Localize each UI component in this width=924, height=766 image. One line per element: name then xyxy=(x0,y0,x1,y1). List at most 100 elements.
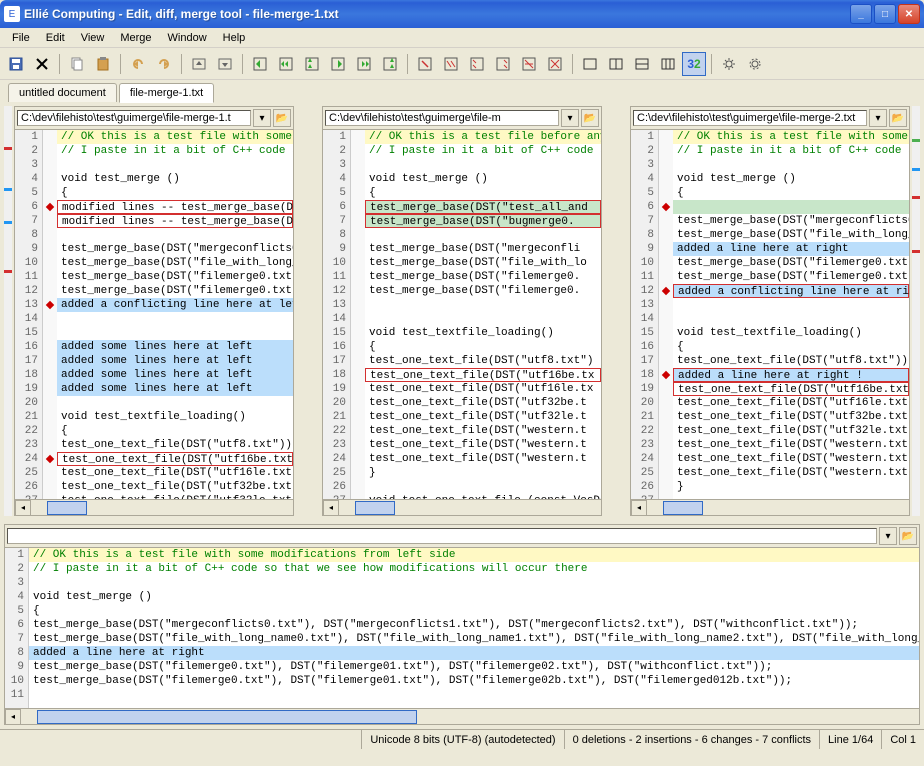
code-line[interactable]: test_one_text_file(DST("utf32be.t xyxy=(365,396,601,410)
code-line[interactable]: void test_textfile_loading() xyxy=(673,326,909,340)
menu-edit[interactable]: Edit xyxy=(38,30,73,46)
code-line[interactable]: modified lines -- test_merge_base(DST("t xyxy=(57,200,293,214)
code-line[interactable]: { xyxy=(29,604,919,618)
code-line[interactable]: test_one_text_file(DST("utf16le.txt")); xyxy=(673,396,909,410)
code-line[interactable] xyxy=(57,228,293,242)
layout-1-button[interactable] xyxy=(578,52,602,76)
left-open-icon[interactable]: 📂 xyxy=(273,109,291,127)
code-line[interactable]: test_merge_base(DST("filemerge0.txt"), D… xyxy=(29,660,919,674)
result-h-scrollbar[interactable]: ◂ xyxy=(5,708,919,724)
code-line[interactable]: // OK this is a test file before any mod… xyxy=(365,130,601,144)
code-line[interactable]: test_merge_base(DST("filemerge0.txt"), D… xyxy=(29,674,919,688)
reject-all-button[interactable] xyxy=(543,52,567,76)
code-line[interactable]: // I paste in it a bit of C++ code so th… xyxy=(673,144,909,158)
merge-all-left-button[interactable] xyxy=(274,52,298,76)
code-line[interactable] xyxy=(365,228,601,242)
code-line[interactable]: added a line here at right xyxy=(29,646,919,660)
left-path-input[interactable]: C:\dev\filehisto\test\guimerge\file-merg… xyxy=(17,110,251,126)
layout-2v-button[interactable] xyxy=(630,52,654,76)
code-line[interactable]: test_one_text_file(DST("utf16be.txt")); xyxy=(673,382,909,396)
code-line[interactable]: void test_textfile_loading() xyxy=(57,410,293,424)
undo-button[interactable] xyxy=(126,52,150,76)
code-line[interactable] xyxy=(57,396,293,410)
code-line[interactable]: test_merge_base(DST("mergeconflicts0.txt… xyxy=(673,214,909,228)
redo-button[interactable] xyxy=(152,52,176,76)
reject-b-button[interactable] xyxy=(465,52,489,76)
code-line[interactable]: test_merge_base(DST("filemerge0.txt"), D… xyxy=(673,270,909,284)
code-line[interactable]: test_merge_base(DST("mergeconfli xyxy=(365,242,601,256)
code-line[interactable]: added some lines here at left xyxy=(57,340,293,354)
code-line[interactable]: // OK this is a test file with some modi… xyxy=(29,548,919,562)
code-line[interactable]: test_merge_base(DST("file_with_long_name… xyxy=(29,632,919,646)
right-h-scrollbar[interactable]: ◂ xyxy=(631,499,909,515)
code-line[interactable]: test_one_text_file(DST("western.txt")); xyxy=(673,452,909,466)
overview-strip-right[interactable] xyxy=(912,106,920,516)
code-line[interactable]: test_merge_base(DST("filemerge0.txt"), D xyxy=(57,270,293,284)
code-line[interactable]: test_merge_base(DST("mergeconflicts0.txt… xyxy=(29,618,919,632)
right-editor[interactable]: 1234567891011121314151617181920212223242… xyxy=(631,130,909,499)
center-h-scrollbar[interactable]: ◂ xyxy=(323,499,601,515)
code-line[interactable]: test_merge_base(DST("filemerge0. xyxy=(365,270,601,284)
code-line[interactable] xyxy=(673,494,909,499)
code-line[interactable]: added some lines here at left xyxy=(57,382,293,396)
menu-view[interactable]: View xyxy=(73,30,113,46)
center-path-input[interactable]: C:\dev\filehisto\test\guimerge\file-m xyxy=(325,110,559,126)
code-line[interactable]: test_merge_base(DST("file_with_long_name… xyxy=(673,228,909,242)
code-line[interactable] xyxy=(57,312,293,326)
overview-strip-left[interactable] xyxy=(4,106,12,516)
menu-file[interactable]: File xyxy=(4,30,38,46)
copy-button[interactable] xyxy=(65,52,89,76)
merge-right-button[interactable] xyxy=(326,52,350,76)
settings2-button[interactable] xyxy=(743,52,767,76)
code-line[interactable]: test_one_text_file(DST("utf32le.txt")); xyxy=(57,494,293,499)
code-line[interactable]: test_one_text_file(DST("utf32be.txt")); xyxy=(673,410,909,424)
maximize-button[interactable]: □ xyxy=(874,4,896,24)
code-line[interactable]: test_merge_base(DST("filemerge0.txt"), D… xyxy=(673,256,909,270)
merge-down-left-button[interactable] xyxy=(300,52,324,76)
code-line[interactable]: test_one_text_file(DST("utf32le.t xyxy=(365,410,601,424)
code-line[interactable] xyxy=(365,480,601,494)
code-line[interactable] xyxy=(365,298,601,312)
code-line[interactable] xyxy=(29,688,919,702)
code-line[interactable]: { xyxy=(365,186,601,200)
merge-down-right-button[interactable] xyxy=(378,52,402,76)
code-line[interactable]: test_one_text_file(DST("utf8.txt")); xyxy=(673,354,909,368)
code-line[interactable]: test_one_text_file(DST("utf8.txt")); xyxy=(57,438,293,452)
save-button[interactable] xyxy=(4,52,28,76)
code-line[interactable]: test_one_text_file(DST("utf8.txt") xyxy=(365,354,601,368)
code-line[interactable]: // I paste in it a bit of C++ code so th… xyxy=(29,562,919,576)
right-path-input[interactable]: C:\dev\filehisto\test\guimerge\file-merg… xyxy=(633,110,867,126)
merge-left-button[interactable] xyxy=(248,52,272,76)
code-line[interactable]: test_merge_base(DST("filemerge0.txt"), D xyxy=(57,284,293,298)
code-line[interactable]: test_one_text_file(DST("western.t xyxy=(365,452,601,466)
code-line[interactable]: { xyxy=(57,186,293,200)
code-line[interactable]: added a conflicting line here at right xyxy=(673,284,909,298)
code-line[interactable]: // I paste in it a bit of C++ code so th xyxy=(365,144,601,158)
code-line[interactable]: test_merge_base(DST("mergeconflicts0.t xyxy=(57,242,293,256)
code-line[interactable]: // OK this is a test file with some modi… xyxy=(673,130,909,144)
layout-2h-button[interactable] xyxy=(604,52,628,76)
menu-merge[interactable]: Merge xyxy=(112,30,159,46)
reject-d-button[interactable] xyxy=(517,52,541,76)
code-line[interactable] xyxy=(57,326,293,340)
settings-button[interactable] xyxy=(717,52,741,76)
code-line[interactable]: test_one_text_file(DST("utf16be.txt")); … xyxy=(57,452,293,466)
code-line[interactable]: test_one_text_file(DST("utf16be.tx xyxy=(365,368,601,382)
code-line[interactable]: void test_merge () xyxy=(29,590,919,604)
code-line[interactable]: test_one_text_file(DST("western.txt")); xyxy=(673,466,909,480)
code-line[interactable]: test_merge_base(DST("bugmerge0. xyxy=(365,214,601,228)
code-line[interactable]: test_merge_base(DST("file_with_long_nam xyxy=(57,256,293,270)
code-line[interactable]: added some lines here at left xyxy=(57,354,293,368)
code-line[interactable]: test_one_text_file(DST("western.t xyxy=(365,438,601,452)
code-line[interactable] xyxy=(673,312,909,326)
close-button[interactable]: ✕ xyxy=(898,4,920,24)
left-h-scrollbar[interactable]: ◂ xyxy=(15,499,293,515)
result-dropdown-icon[interactable]: ▾ xyxy=(879,527,897,545)
left-editor[interactable]: 1234567891011121314151617181920212223242… xyxy=(15,130,293,499)
paste-button[interactable] xyxy=(91,52,115,76)
code-line[interactable]: void test_merge () xyxy=(673,172,909,186)
code-line[interactable]: test_merge_base(DST("file_with_lo xyxy=(365,256,601,270)
code-line[interactable]: // I paste in it a bit of C++ code so th… xyxy=(57,144,293,158)
code-line[interactable]: void test_one_text_file (const VosDesc xyxy=(365,494,601,499)
menu-window[interactable]: Window xyxy=(160,30,215,46)
